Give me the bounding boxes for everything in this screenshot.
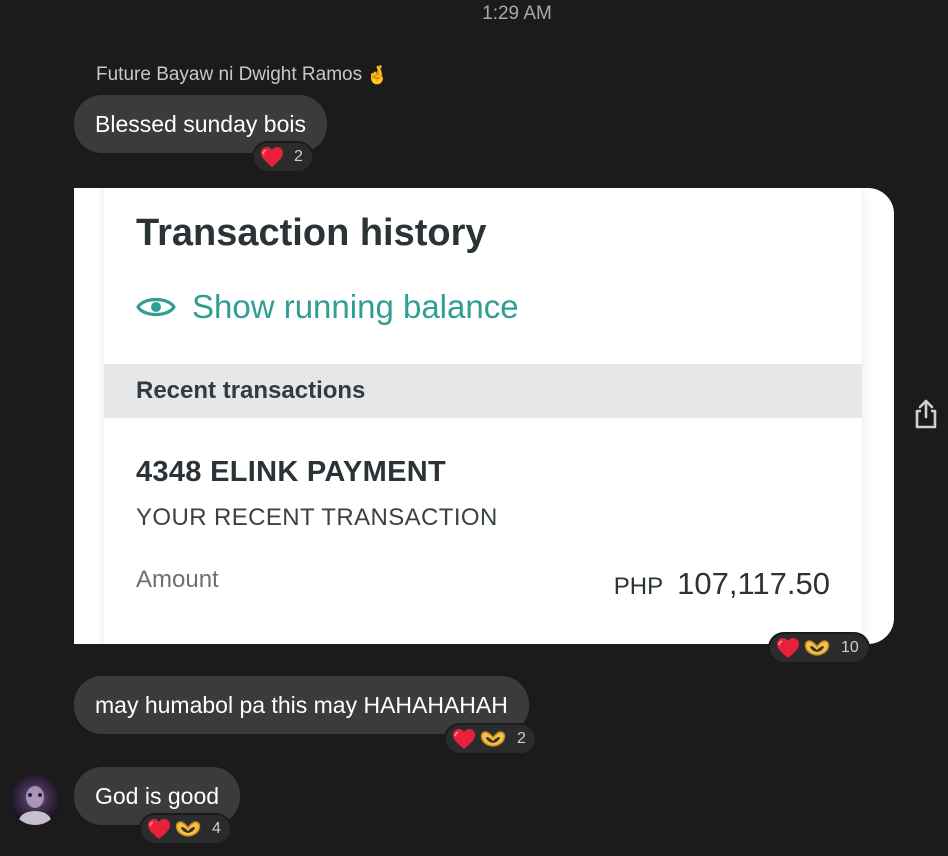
heart-hands-icon xyxy=(174,819,202,839)
reaction-pill[interactable]: 4 xyxy=(139,813,232,845)
heart-icon xyxy=(260,146,284,168)
sender-name: Future Bayaw ni Dwight Ramos xyxy=(96,64,363,85)
transaction-history-title: Transaction history xyxy=(136,212,487,254)
recent-transactions-label: Recent transactions xyxy=(136,377,366,404)
reaction-count: 2 xyxy=(517,730,526,747)
image-attachment[interactable]: Transaction history Show running balance… xyxy=(74,188,894,644)
amount-value: PHP 107,117.50 xyxy=(614,566,830,602)
transaction-name: 4348 ELINK PAYMENT xyxy=(136,456,446,488)
reaction-pill[interactable]: 2 xyxy=(444,723,537,755)
message-text: may humabol pa this may HAHAHAHAH xyxy=(95,692,508,718)
heart-hands-icon xyxy=(803,638,831,658)
show-running-balance-row: Show running balance xyxy=(136,288,519,326)
reaction-pill[interactable]: 10 xyxy=(768,632,870,664)
amount-number: 107,117.50 xyxy=(677,566,830,601)
transaction-description: YOUR RECENT TRANSACTION xyxy=(136,504,498,531)
heart-hands-icon xyxy=(479,729,507,749)
sender-avatar[interactable] xyxy=(10,775,60,825)
reaction-pill[interactable]: 2 xyxy=(252,141,314,173)
transaction-screenshot: Transaction history Show running balance… xyxy=(104,188,862,644)
amount-label: Amount xyxy=(136,566,219,593)
heart-icon xyxy=(147,818,171,840)
avatar-image xyxy=(19,786,51,825)
reaction-count: 10 xyxy=(841,639,859,656)
message-timestamp: 1:29 AM xyxy=(482,3,552,24)
eye-icon xyxy=(136,297,176,317)
reaction-count: 4 xyxy=(212,820,221,837)
crossed-fingers-icon: 🤞 xyxy=(366,64,389,85)
currency-code: PHP xyxy=(613,573,664,600)
sender-name-row: Future Bayaw ni Dwight Ramos 🤞 xyxy=(96,64,389,86)
heart-icon xyxy=(452,728,476,750)
share-icon[interactable] xyxy=(912,398,940,430)
show-running-balance-label: Show running balance xyxy=(192,288,519,325)
message-text: Blessed sunday bois xyxy=(95,111,306,137)
recent-transactions-header: Recent transactions xyxy=(104,364,862,418)
reaction-count: 2 xyxy=(294,148,303,165)
message-text: God is good xyxy=(95,783,220,809)
heart-icon xyxy=(776,637,800,659)
